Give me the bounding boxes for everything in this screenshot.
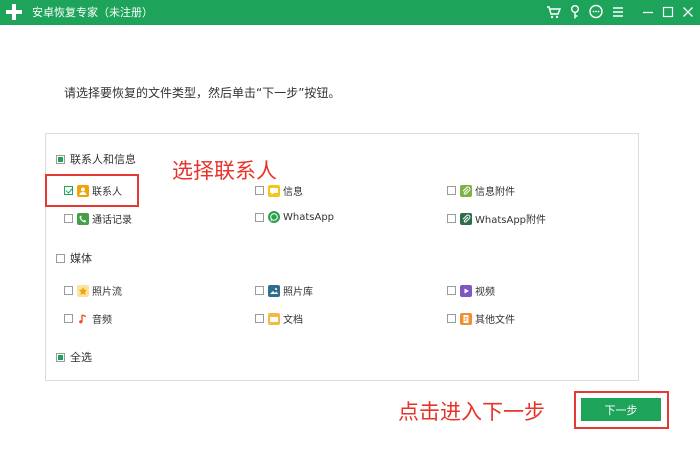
video-checkbox[interactable] [447,286,456,295]
messages-checkbox[interactable] [255,186,264,195]
item-audio[interactable]: 音频 [64,311,112,326]
call-log-checkbox[interactable] [64,214,73,223]
audio-icon [77,312,89,325]
file-type-panel: 联系人和信息 联系人 信息 信息附件 通话记录 WhatsApp WhatsAp… [45,133,639,381]
category-checkbox[interactable] [56,154,65,164]
item-label: 信息附件 [475,187,515,198]
select-all[interactable]: 全选 [56,349,92,365]
cart-icon[interactable] [546,4,562,20]
instruction-text: 请选择要恢复的文件类型，然后单击“下一步”按钮。 [64,86,341,100]
item-label: 信息 [283,187,303,198]
select-all-checkbox[interactable] [56,352,65,362]
item-label: WhatsApp附件 [475,215,547,226]
whatsapp-attachment-icon [460,212,472,225]
photo-library-icon [268,284,280,297]
item-photo-library[interactable]: 照片库 [255,283,313,298]
item-label: 照片库 [283,287,313,298]
phone-icon [77,212,89,225]
item-label: 其他文件 [475,315,515,326]
message-icon [268,184,280,197]
item-messages[interactable]: 信息 [255,183,303,198]
annotation-select-contacts: 选择联系人 [172,159,277,183]
item-documents[interactable]: 文档 [255,311,303,326]
photo-library-checkbox[interactable] [255,286,264,295]
photo-stream-checkbox[interactable] [64,286,73,295]
category-media[interactable]: 媒体 [56,250,92,266]
item-video[interactable]: 视频 [447,283,495,298]
next-button[interactable]: 下一步 [581,398,661,421]
maximize-icon[interactable] [660,4,676,20]
item-label: 照片流 [92,287,122,298]
item-whatsapp-attachments[interactable]: WhatsApp附件 [447,211,546,226]
key-icon[interactable] [567,4,583,20]
other-files-icon [460,312,472,325]
whatsapp-checkbox[interactable] [255,212,264,222]
contacts-highlight-box [45,174,139,207]
documents-checkbox[interactable] [255,314,264,323]
item-message-attachments[interactable]: 信息附件 [447,183,515,198]
annotation-click-next: 点击进入下一步 [398,400,545,424]
menu-icon[interactable] [610,4,626,20]
whatsapp-attachments-checkbox[interactable] [447,214,456,223]
title-bar: 安卓恢复专家（未注册） [0,0,700,25]
category-label: 联系人和信息 [70,153,136,166]
video-icon [460,284,472,297]
photo-stream-icon [77,284,89,297]
item-label: 文档 [283,315,303,326]
item-whatsapp[interactable]: WhatsApp [255,211,334,223]
item-call-log[interactable]: 通话记录 [64,211,132,226]
window-title: 安卓恢复专家（未注册） [32,6,153,19]
app-logo-icon [6,4,22,20]
chat-icon[interactable] [588,4,604,20]
whatsapp-icon [268,211,280,223]
document-icon [268,312,280,325]
item-label: 通话记录 [92,215,132,226]
category-label: 媒体 [70,252,92,265]
other-files-checkbox[interactable] [447,314,456,323]
item-label: WhatsApp [283,211,335,223]
message-attachments-checkbox[interactable] [447,186,456,195]
close-icon[interactable] [680,4,696,20]
select-all-label: 全选 [70,351,92,364]
category-contacts-messages[interactable]: 联系人和信息 [56,151,136,167]
item-label: 音频 [92,315,112,326]
minimize-icon[interactable] [640,4,656,20]
audio-checkbox[interactable] [64,314,73,323]
item-photo-stream[interactable]: 照片流 [64,283,122,298]
category-checkbox[interactable] [56,253,65,263]
item-label: 视频 [475,287,495,298]
item-other-files[interactable]: 其他文件 [447,311,515,326]
attachment-icon [460,184,472,197]
